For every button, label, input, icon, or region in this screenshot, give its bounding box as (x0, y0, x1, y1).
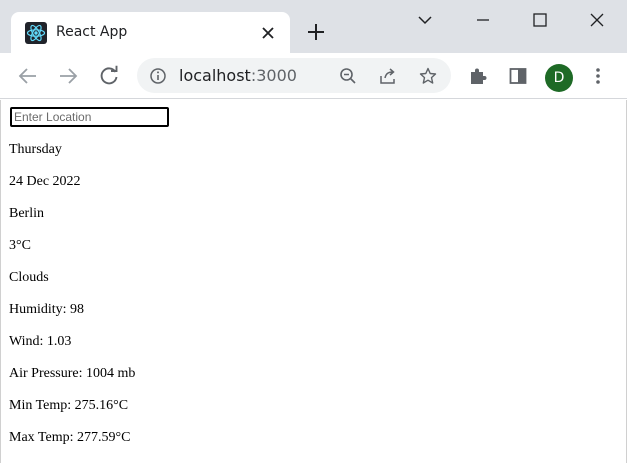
share-icon[interactable] (379, 67, 397, 85)
weather-day: Thursday (9, 142, 62, 157)
new-tab-icon[interactable] (306, 22, 326, 42)
weather-wind: Wind: 1.03 (9, 334, 72, 349)
url-text[interactable]: localhost:3000 (179, 66, 297, 85)
page-content: Thursday 24 Dec 2022 Berlin 3°C Clouds H… (0, 100, 627, 463)
weather-humidity: Humidity: 98 (9, 302, 85, 317)
weather-min-temp: Min Temp: 275.16°C (9, 398, 129, 413)
url-host: localhost (179, 66, 251, 85)
bookmark-star-icon[interactable] (419, 67, 437, 85)
weather-temperature: 3°C (9, 238, 31, 253)
zoom-out-icon[interactable] (339, 67, 357, 85)
site-info-icon[interactable] (149, 67, 167, 85)
address-bar[interactable]: localhost:3000 (137, 58, 451, 93)
side-panel-icon[interactable] (508, 66, 528, 86)
extensions-puzzle-icon[interactable] (468, 66, 488, 86)
profile-avatar[interactable]: D (545, 64, 573, 92)
tab-title: React App (56, 24, 128, 40)
weather-condition: Clouds (9, 270, 49, 285)
url-port: :3000 (250, 66, 297, 85)
tab-react-app[interactable]: React App (11, 12, 290, 53)
weather-city: Berlin (9, 206, 44, 221)
close-tab-icon[interactable] (260, 25, 276, 41)
location-search-input[interactable] (10, 107, 169, 127)
react-logo-icon (25, 22, 47, 44)
minimize-icon[interactable] (472, 10, 494, 30)
weather-max-temp: Max Temp: 277.59°C (9, 430, 131, 445)
reload-icon[interactable] (98, 65, 120, 87)
kebab-menu-icon[interactable] (588, 66, 608, 86)
back-arrow-icon[interactable] (17, 65, 39, 87)
maximize-icon[interactable] (529, 10, 551, 30)
forward-arrow-icon[interactable] (57, 65, 79, 87)
weather-date: 24 Dec 2022 (9, 174, 81, 189)
browser-titlebar: React App (0, 0, 627, 53)
browser-toolbar: localhost:3000 D (0, 53, 627, 99)
weather-air-pressure: Air Pressure: 1004 mb (9, 366, 136, 381)
tab-search-chevron-icon[interactable] (414, 10, 436, 30)
close-window-icon[interactable] (586, 10, 608, 30)
